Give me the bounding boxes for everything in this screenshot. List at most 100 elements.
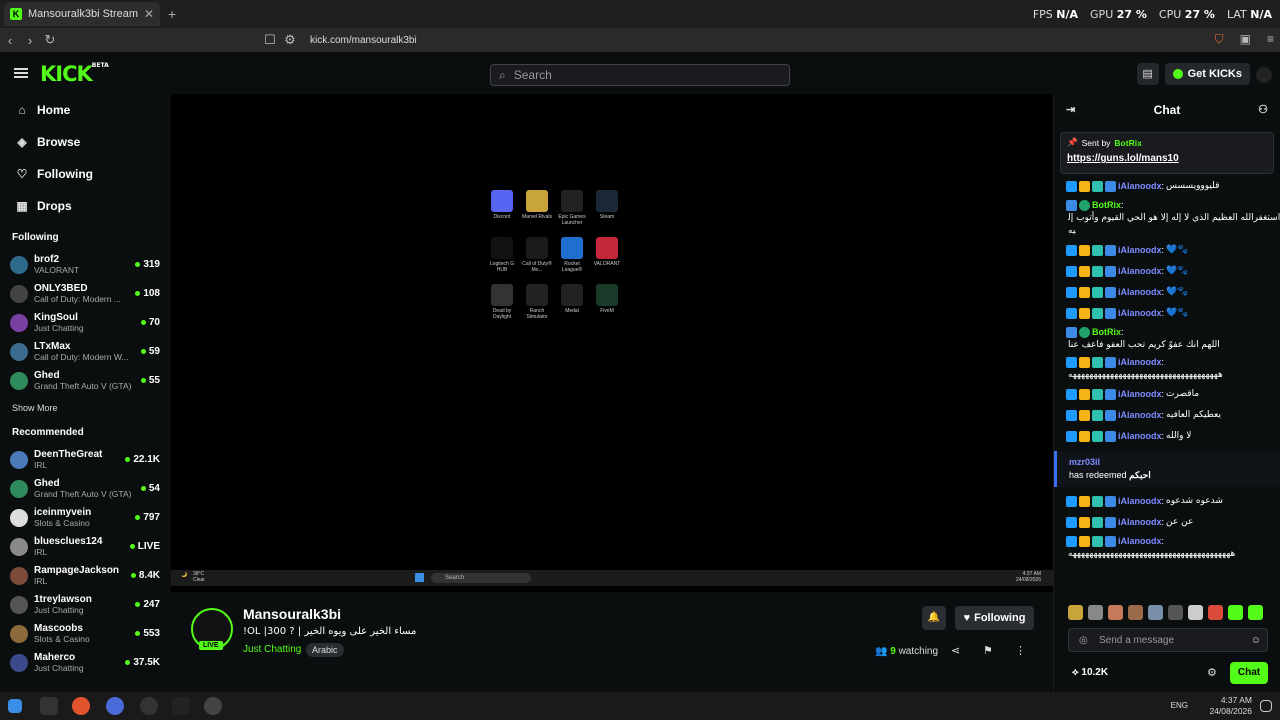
channel-item[interactable]: iceinmyvein Slots & Casino 797 [0,503,170,532]
kick-logo[interactable]: KICKBETA [40,62,109,86]
channel-item[interactable]: brof2 VALORANT 319 [0,250,170,279]
forward-icon[interactable]: › [20,33,40,48]
sub-gifter-badge-icon [1105,431,1116,442]
more-options-icon[interactable]: ⋮ [1015,644,1026,657]
channel-name: LTxMax [34,341,71,352]
chat-username[interactable]: iAlanoodx [1118,180,1162,193]
user-avatar[interactable] [1256,67,1272,83]
medal-icon[interactable] [172,697,190,715]
emote-icon[interactable] [1128,605,1143,620]
chat-username[interactable]: iAlanoodx [1118,244,1162,257]
channel-name: KingSoul [34,312,78,323]
channel-item[interactable]: KingSoul Just Chatting 70 [0,308,170,337]
chat-input[interactable]: ◎ Send a message ☺ [1068,628,1268,652]
chat-text: 💙🐾 [1166,266,1189,276]
channel-item[interactable]: 1treylawson Just Chatting 247 [0,590,170,619]
sidebar-toggle-icon[interactable]: ▣ [1240,32,1251,47]
steelseries-icon[interactable] [140,697,158,715]
browser-tab[interactable]: K Mansouralk3bi Stream - Watc ✕ [4,2,160,26]
chat-message: iAlanoodx: 💙🐾 [1054,303,1280,324]
sidebar-nav-home[interactable]: ⌂ Home [0,94,170,126]
reload-icon[interactable]: ↻ [40,32,60,48]
chat-username[interactable]: iAlanoodx [1118,516,1162,529]
brave-shield-icon[interactable]: ⛉ [1215,32,1224,47]
chat-username[interactable]: iAlanoodx [1118,409,1162,422]
emote-icon[interactable] [1228,605,1243,620]
get-kicks-button[interactable]: Get KICKs [1164,63,1250,85]
url-text[interactable]: kick.com/mansouralk3bi [310,35,417,46]
subscriber-badge-icon [1092,536,1103,547]
emote-icon[interactable] [1148,605,1163,620]
bookmark-icon[interactable]: ☐ [260,32,280,48]
chat-username[interactable]: iAlanoodx [1118,307,1162,320]
emote-icon[interactable] [1248,605,1263,620]
streamer-name[interactable]: Mansouralk3bi [243,606,341,622]
chat-users-icon[interactable]: ⚇ [1258,103,1268,116]
emote-icon[interactable] [1168,605,1183,620]
chat-username[interactable]: iAlanoodx [1118,430,1162,443]
close-tab-icon[interactable]: ✕ [144,7,154,21]
emote-icon[interactable] [1068,605,1083,620]
channel-avatar [10,624,28,643]
sidebar-nav-browse[interactable]: ◈ Browse [0,126,170,158]
chat-username[interactable]: BotRix [1092,326,1121,339]
pinned-link[interactable]: https://guns.lol/mans10 [1067,153,1267,164]
desktop-app-icon: Call of Duty® Mo... [520,237,554,273]
channel-item[interactable]: Mascoobs Slots & Casino 553 [0,619,170,648]
system-clock[interactable]: 4:37 AM 24/08/2026 [1209,695,1252,717]
chat-username[interactable]: iAlanoodx [1118,265,1162,278]
video-player[interactable]: Discord Marvel Rivals Epic Games Launcher S… [171,94,1053,592]
search-input[interactable]: ⌕ Search [490,64,790,86]
channel-item[interactable]: Maherco Just Chatting 37.5K [0,648,170,677]
channel-item[interactable]: DeenTheGreat IRL 22.1K [0,445,170,474]
redeem-user[interactable]: mzr03il [1069,457,1269,467]
channel-item[interactable]: Ghed Grand Theft Auto V (GTA) 55 [0,366,170,395]
channel-item[interactable]: LTxMax Call of Duty: Modern W... 59 [0,337,170,366]
notification-icon[interactable] [1260,700,1272,712]
channel-item[interactable]: Ghed Grand Theft Auto V (GTA) 54 [0,474,170,503]
chat-username[interactable]: iAlanoodx [1118,535,1162,548]
emote-icon[interactable] [1108,605,1123,620]
app-icon[interactable] [106,697,124,715]
new-tab-icon[interactable]: + [168,6,176,22]
chat-username[interactable]: iAlanoodx [1118,388,1162,401]
emoji-icon[interactable]: ☺ [1251,635,1261,646]
chat-username[interactable]: BotRix [1092,199,1121,212]
chat-username[interactable]: iAlanoodx [1118,495,1162,508]
sidebar-nav-drops[interactable]: ▦ Drops [0,190,170,222]
send-chat-button[interactable]: Chat [1230,662,1268,684]
settings-icon[interactable] [204,697,222,715]
viewer-count: LIVE [130,541,160,552]
chat-username[interactable]: iAlanoodx [1118,356,1162,369]
language-indicator[interactable]: ENG [1171,701,1188,710]
viewer-count: 55 [141,375,160,386]
site-info-icon[interactable]: ⚙ [280,32,300,48]
windows-start-icon[interactable] [8,699,22,713]
following-button[interactable]: ♥ Following [955,606,1034,630]
channel-item[interactable]: bluesclues124 IRL LIVE [0,532,170,561]
app-glyph-icon [561,190,583,212]
channel-item[interactable]: RampageJackson IRL 8.4K [0,561,170,590]
layout-icon[interactable]: ▤ [1136,63,1159,85]
emote-icon[interactable] [1188,605,1203,620]
channel-name: 1treylawson [34,594,92,605]
menu-icon[interactable] [14,68,28,78]
chat-settings-icon[interactable]: ⚙ [1207,666,1217,679]
task-view-icon[interactable] [40,697,58,715]
brave-icon[interactable] [72,697,90,715]
collapse-chat-icon[interactable]: ⇥ [1066,103,1075,116]
sidebar-nav-following[interactable]: ♡ Following [0,158,170,190]
browser-menu-icon[interactable]: ≡ [1267,32,1274,47]
chat-username[interactable]: iAlanoodx [1118,286,1162,299]
emote-icon[interactable] [1208,605,1223,620]
share-icon[interactable]: ⋖ [951,644,960,657]
back-icon[interactable]: ‹ [0,33,20,48]
show-more-link[interactable]: Show More [0,399,170,417]
notification-bell-icon[interactable]: 🔔 [922,606,946,630]
stream-category[interactable]: Just Chatting [243,644,301,655]
emote-icon[interactable] [1088,605,1103,620]
user-badges [1066,327,1090,338]
stream-tag[interactable]: Arabic [306,643,344,657]
clip-icon[interactable]: ⚑ [983,644,993,657]
channel-item[interactable]: ONLY3BED Call of Duty: Modern ... 108 [0,279,170,308]
